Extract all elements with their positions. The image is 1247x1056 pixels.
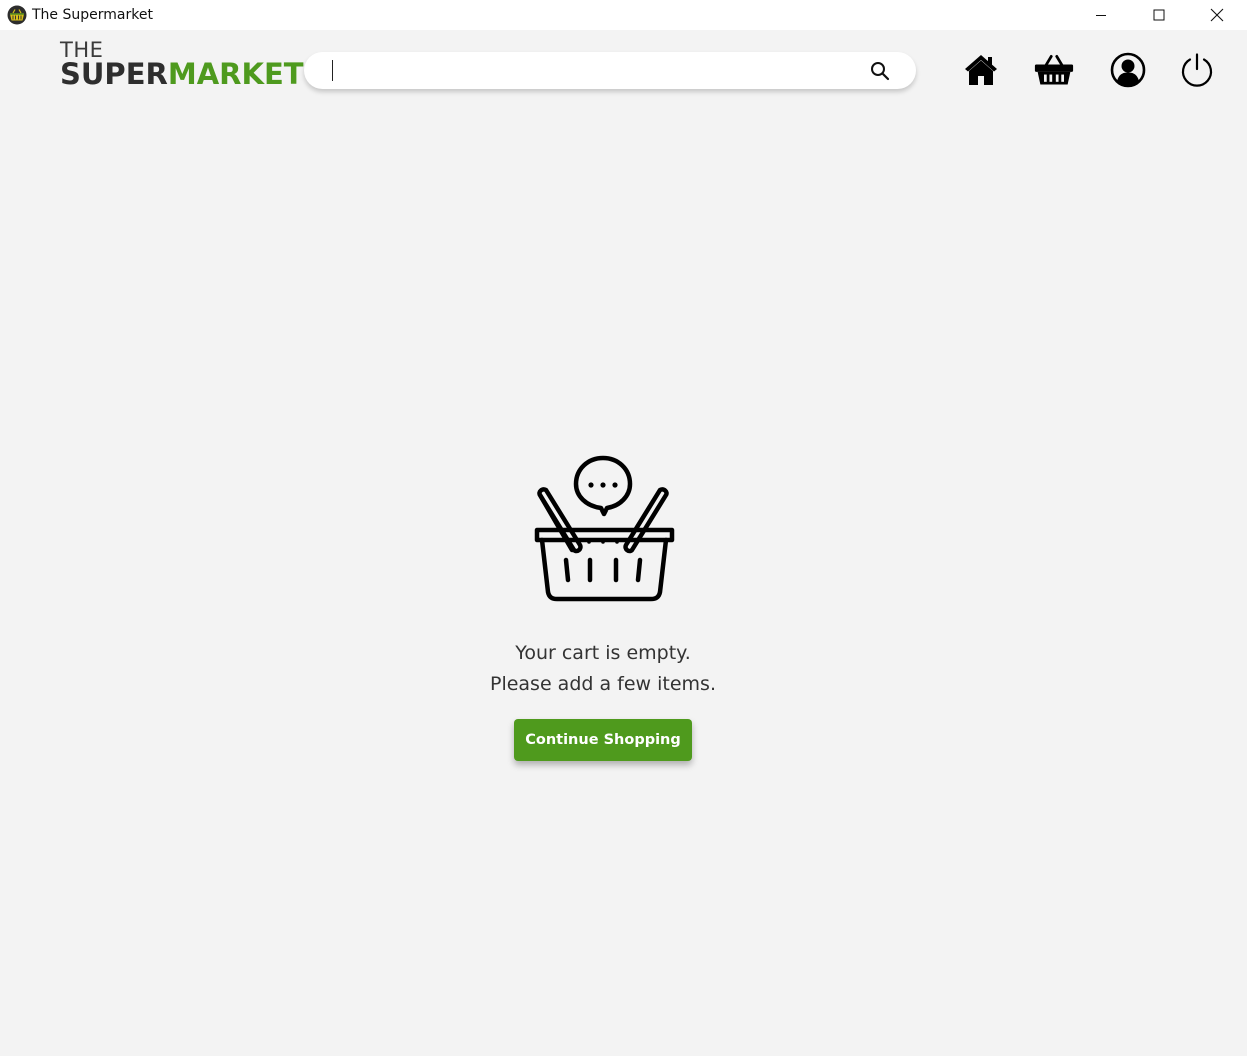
supermarket-logo[interactable]: THE SUPERMARKET [60, 39, 304, 89]
close-icon [1210, 8, 1224, 22]
logo-market-text: MARKET [167, 57, 304, 91]
maximize-icon [1153, 9, 1165, 21]
power-icon [1181, 53, 1213, 87]
app-basket-icon [7, 5, 27, 25]
basket-icon [1034, 54, 1074, 85]
text-caret [332, 60, 333, 81]
empty-basket-icon [534, 455, 675, 602]
cart-button[interactable] [1034, 50, 1074, 90]
maximize-button[interactable] [1136, 0, 1182, 30]
close-button[interactable] [1194, 0, 1240, 30]
profile-button[interactable] [1108, 50, 1148, 90]
continue-shopping-button[interactable]: Continue Shopping [514, 719, 692, 761]
logo-main-text: SUPERMARKET [60, 59, 304, 89]
minimize-button[interactable] [1078, 0, 1124, 30]
logo-super-text: SUPER [60, 57, 168, 91]
empty-cart-message: Your cart is empty. [515, 642, 691, 664]
app-header: THE SUPERMARKET [0, 30, 1247, 110]
search-input[interactable] [328, 56, 852, 86]
search-bar[interactable] [304, 52, 916, 89]
search-icon[interactable] [869, 60, 891, 82]
empty-cart-hint: Please add a few items. [489, 673, 716, 695]
window-titlebar: The Supermarket [0, 0, 1247, 30]
minimize-icon [1096, 15, 1106, 16]
logout-button[interactable] [1177, 50, 1217, 90]
home-button[interactable] [961, 50, 1001, 90]
profile-icon [1110, 52, 1146, 88]
empty-cart-panel: Your cart is empty. Please add a few ite… [423, 452, 783, 761]
window-title: The Supermarket [32, 7, 153, 23]
home-icon [965, 55, 997, 85]
